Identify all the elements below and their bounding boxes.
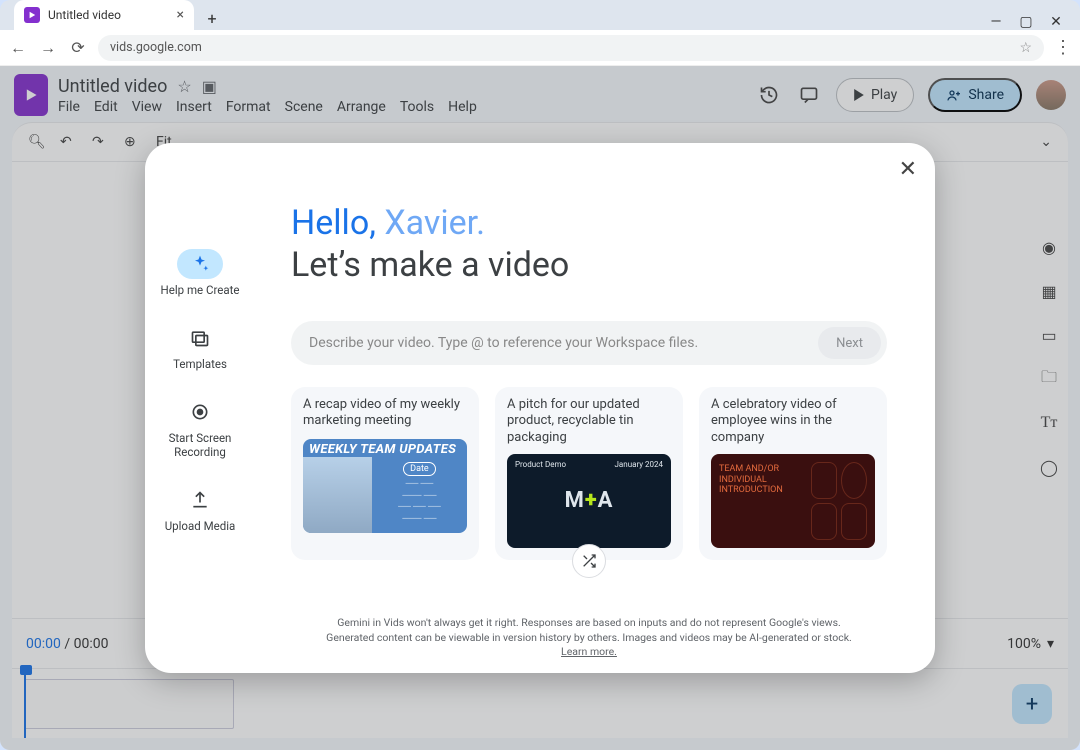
suggestion-card[interactable]: A recap video of my weekly marketing mee… — [291, 387, 479, 560]
sidebar-item-label: Help me Create — [161, 283, 240, 297]
forward-icon[interactable]: → — [38, 38, 58, 58]
sidebar-item-help-me-create[interactable]: Help me Create — [161, 249, 240, 297]
reload-icon[interactable]: ⟳ — [68, 38, 88, 57]
browser-tabstrip: Untitled video × + — ▢ ✕ — [0, 0, 1080, 30]
sidebar-item-screen-recording[interactable]: Start Screen Recording — [151, 397, 249, 459]
window-controls: — ▢ ✕ — [988, 10, 1074, 30]
greeting-prefix: Hello, — [291, 203, 384, 243]
back-icon[interactable]: ← — [8, 38, 28, 58]
greeting-suffix: . — [476, 203, 485, 243]
dialog-sidebar: Help me Create Templates Start Screen Re… — [145, 143, 255, 673]
browser-menu-icon[interactable]: ⋮ — [1054, 37, 1072, 58]
browser-toolbar: ← → ⟳ vids.google.com ☆ ⋮ — [0, 30, 1080, 66]
sidebar-item-upload-media[interactable]: Upload Media — [165, 485, 236, 533]
browser-tab[interactable]: Untitled video × — [14, 0, 194, 30]
vids-favicon — [24, 7, 40, 23]
shuffle-suggestions-button[interactable] — [572, 544, 606, 578]
minimize-icon[interactable]: — — [988, 14, 1004, 30]
card-thumbnail: Product DemoJanuary 2024 M+A — [507, 454, 671, 548]
suggestion-card[interactable]: A pitch for our updated product, recycla… — [495, 387, 683, 560]
vids-app: Untitled video ☆ ▣ File Edit View Insert… — [0, 66, 1080, 750]
dialog-main: Hello, Xavier. Let’s make a video Next A… — [255, 143, 935, 673]
sidebar-item-label: Start Screen Recording — [151, 431, 249, 459]
greeting: Hello, Xavier. — [291, 203, 887, 243]
learn-more-link[interactable]: Learn more. — [561, 645, 617, 658]
suggestion-cards: A recap video of my weekly marketing mee… — [291, 387, 887, 560]
prompt-input[interactable] — [309, 335, 818, 351]
url-text: vids.google.com — [110, 40, 202, 55]
card-thumbnail: WEEKLY TEAM UPDATES Date ── ───── ──── ─… — [303, 439, 467, 533]
new-tab-button[interactable]: + — [200, 6, 224, 30]
bookmark-star-icon[interactable]: ☆ — [1019, 40, 1032, 56]
card-thumbnail: TEAM AND/OR INDIVIDUAL INTRODUCTION — [711, 454, 875, 548]
tab-title: Untitled video — [48, 8, 121, 22]
maximize-icon[interactable]: ▢ — [1018, 14, 1034, 30]
dialog-close-icon[interactable]: ✕ — [899, 157, 917, 182]
card-caption: A celebratory video of employee wins in … — [711, 397, 875, 446]
modal-scrim: ✕ Help me Create Templates Start Screen … — [0, 66, 1080, 750]
suggestion-card[interactable]: A celebratory video of employee wins in … — [699, 387, 887, 560]
prompt-row: Next — [291, 321, 887, 365]
sidebar-item-label: Templates — [173, 357, 227, 371]
next-button[interactable]: Next — [818, 327, 881, 359]
sidebar-item-templates[interactable]: Templates — [173, 323, 227, 371]
subheadline: Let’s make a video — [291, 245, 887, 285]
address-bar[interactable]: vids.google.com ☆ — [98, 35, 1044, 61]
window-close-icon[interactable]: ✕ — [1048, 14, 1064, 30]
card-caption: A pitch for our updated product, recycla… — [507, 397, 671, 446]
greeting-name: Xavier — [384, 203, 476, 243]
card-caption: A recap video of my weekly marketing mee… — [303, 397, 467, 431]
tab-close-icon[interactable]: × — [177, 7, 184, 23]
disclaimer-text: Gemini in Vids won't always get it right… — [291, 616, 887, 659]
sidebar-item-label: Upload Media — [165, 519, 236, 533]
help-me-create-dialog: ✕ Help me Create Templates Start Screen … — [145, 143, 935, 673]
